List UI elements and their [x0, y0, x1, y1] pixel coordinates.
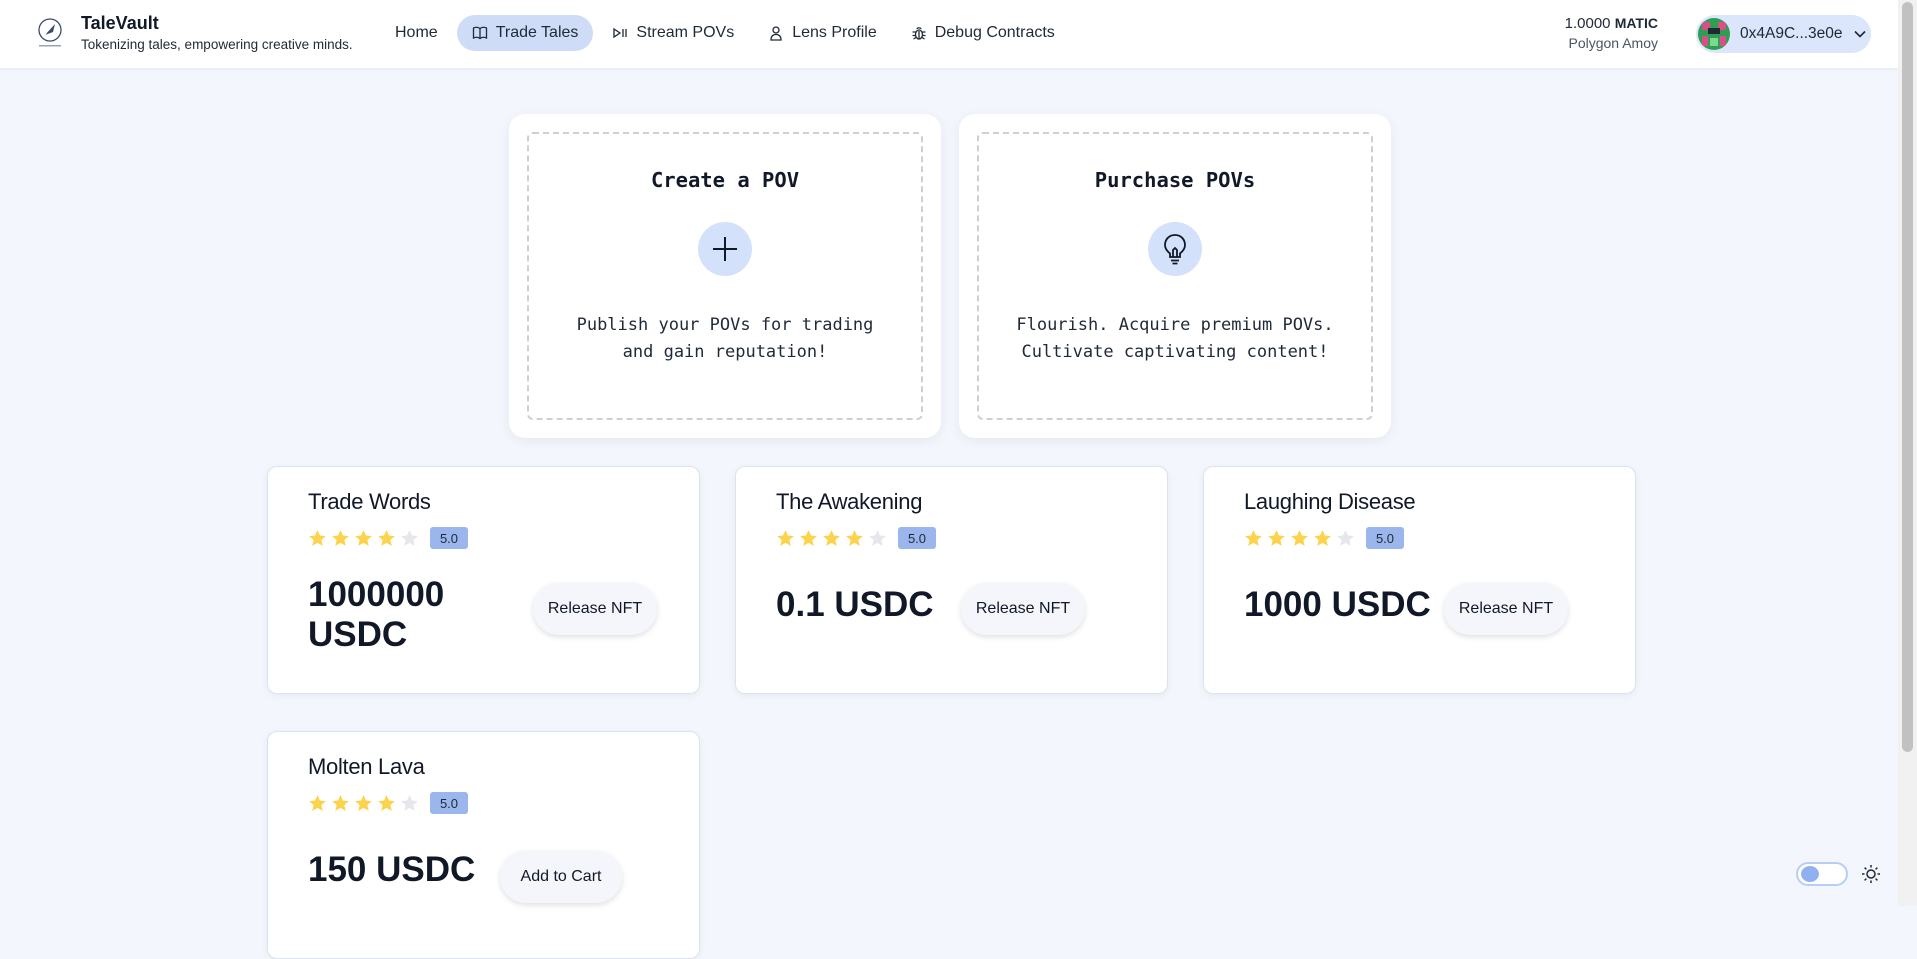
wallet-address: 0x4A9C...3e0e	[1740, 25, 1843, 42]
star-filled-icon[interactable]	[308, 529, 327, 548]
star-filled-icon[interactable]	[1267, 529, 1286, 548]
talevault-logo-icon[interactable]	[36, 17, 64, 51]
star-filled-icon[interactable]	[822, 529, 841, 548]
star-filled-icon[interactable]	[308, 794, 327, 813]
play-pause-icon	[613, 27, 628, 39]
star-filled-icon[interactable]	[776, 529, 795, 548]
main-nav: Home Trade Tales Stream POVs Lens Profil…	[380, 15, 1070, 51]
purchase-povs-icon-circle[interactable]	[1148, 222, 1202, 276]
product-price: 1000 USDC	[1244, 585, 1431, 624]
brand-title: TaleVault	[81, 13, 159, 33]
create-pov-dropzone[interactable]: Create a POV Publish your POVs for tradi…	[527, 132, 923, 420]
product-price: 0.1 USDC	[776, 585, 934, 624]
product-price: 150 USDC	[308, 850, 476, 889]
create-pov-description: Publish your POVs for trading and gain r…	[576, 315, 874, 362]
product-card: Trade Words 5.0 1000000 USDC Release NFT	[267, 466, 700, 694]
balance-line: 1.0000 MATIC	[1565, 15, 1658, 32]
star-filled-icon[interactable]	[799, 529, 818, 548]
release-nft-button[interactable]: Release NFT	[1444, 583, 1568, 635]
rating-badge: 5.0	[1366, 527, 1404, 549]
bug-icon	[912, 27, 926, 40]
balance-amount: 1.0000	[1564, 15, 1611, 32]
star-rating[interactable]	[776, 529, 887, 548]
top-navigation-bar: TaleVault Tokenizing tales, empowering c…	[0, 0, 1898, 68]
page-scrollbar[interactable]	[1898, 0, 1917, 906]
release-nft-button[interactable]: Release NFT	[533, 583, 657, 635]
create-pov-card[interactable]: Create a POV Publish your POVs for tradi…	[509, 114, 941, 438]
star-filled-icon[interactable]	[354, 794, 373, 813]
star-filled-icon[interactable]	[1290, 529, 1309, 548]
wallet-balance: 1.0000 MATIC Polygon Amoy	[1565, 15, 1658, 51]
star-filled-icon[interactable]	[845, 529, 864, 548]
avatar	[1698, 18, 1730, 50]
product-title: Trade Words	[308, 489, 431, 514]
product-title: The Awakening	[776, 489, 923, 514]
toggle-knob	[1801, 866, 1819, 882]
purchase-povs-title: Purchase POVs	[1094, 168, 1256, 192]
star-rating[interactable]	[1244, 529, 1355, 548]
nav-home-label: Home	[395, 24, 438, 41]
scrollbar-thumb[interactable]	[1902, 2, 1913, 752]
star-rating[interactable]	[308, 529, 419, 548]
lightbulb-icon	[1164, 234, 1186, 265]
plus-icon	[713, 237, 737, 261]
star-filled-icon[interactable]	[331, 794, 350, 813]
nav-lens-profile-label: Lens Profile	[792, 24, 877, 41]
nav-debug-contracts-label: Debug Contracts	[934, 24, 1055, 41]
product-title: Molten Lava	[308, 754, 425, 779]
rating-badge: 5.0	[430, 792, 468, 814]
user-icon	[770, 26, 782, 41]
balance-unit: MATIC	[1614, 15, 1658, 31]
sun-icon[interactable]	[1861, 864, 1881, 884]
purchase-povs-card[interactable]: Purchase POVs Flourish. Acquire premium …	[959, 114, 1391, 438]
nav-stream-povs[interactable]: Stream POVs	[597, 15, 749, 51]
release-nft-button[interactable]: Release NFT	[961, 583, 1085, 635]
create-pov-icon-circle[interactable]	[698, 222, 752, 276]
nav-lens-profile[interactable]: Lens Profile	[753, 15, 892, 51]
wallet-account-button[interactable]: 0x4A9C...3e0e	[1696, 15, 1871, 53]
star-filled-icon[interactable]	[377, 794, 396, 813]
nav-home[interactable]: Home	[380, 15, 453, 51]
book-icon	[472, 26, 487, 40]
chevron-down-icon	[1853, 30, 1866, 38]
purchase-povs-dropzone[interactable]: Purchase POVs Flourish. Acquire premium …	[977, 132, 1373, 420]
star-filled-icon[interactable]	[354, 529, 373, 548]
purchase-povs-description: Flourish. Acquire premium POVs. Cultivat…	[1016, 315, 1334, 362]
star-rating[interactable]	[308, 794, 419, 813]
product-card: Molten Lava 5.0 150 USDC Add to Cart	[267, 731, 700, 959]
product-card: The Awakening 5.0 0.1 USDC Release NFT	[735, 466, 1168, 694]
nav-trade-tales-label: Trade Tales	[495, 24, 579, 41]
star-filled-icon[interactable]	[1313, 529, 1332, 548]
star-empty-icon[interactable]	[400, 794, 419, 813]
star-filled-icon[interactable]	[377, 529, 396, 548]
star-filled-icon[interactable]	[1244, 529, 1263, 548]
nav-debug-contracts[interactable]: Debug Contracts	[896, 15, 1070, 51]
product-price: 1000000 USDC	[308, 575, 445, 654]
rating-badge: 5.0	[898, 527, 936, 549]
product-title: Laughing Disease	[1244, 489, 1416, 514]
star-filled-icon[interactable]	[331, 529, 350, 548]
theme-toggle[interactable]	[1796, 862, 1848, 886]
network-name: Polygon Amoy	[1568, 35, 1659, 51]
nav-trade-tales[interactable]: Trade Tales	[456, 15, 594, 51]
nav-stream-povs-label: Stream POVs	[636, 24, 735, 41]
star-empty-icon[interactable]	[1336, 529, 1355, 548]
brand-tagline: Tokenizing tales, empowering creative mi…	[81, 37, 353, 52]
add-to-cart-button[interactable]: Add to Cart	[500, 851, 622, 903]
star-empty-icon[interactable]	[868, 529, 887, 548]
rating-badge: 5.0	[430, 527, 468, 549]
star-empty-icon[interactable]	[400, 529, 419, 548]
product-card: Laughing Disease 5.0 1000 USDC Release N…	[1203, 466, 1636, 694]
create-pov-title: Create a POV	[650, 168, 800, 192]
